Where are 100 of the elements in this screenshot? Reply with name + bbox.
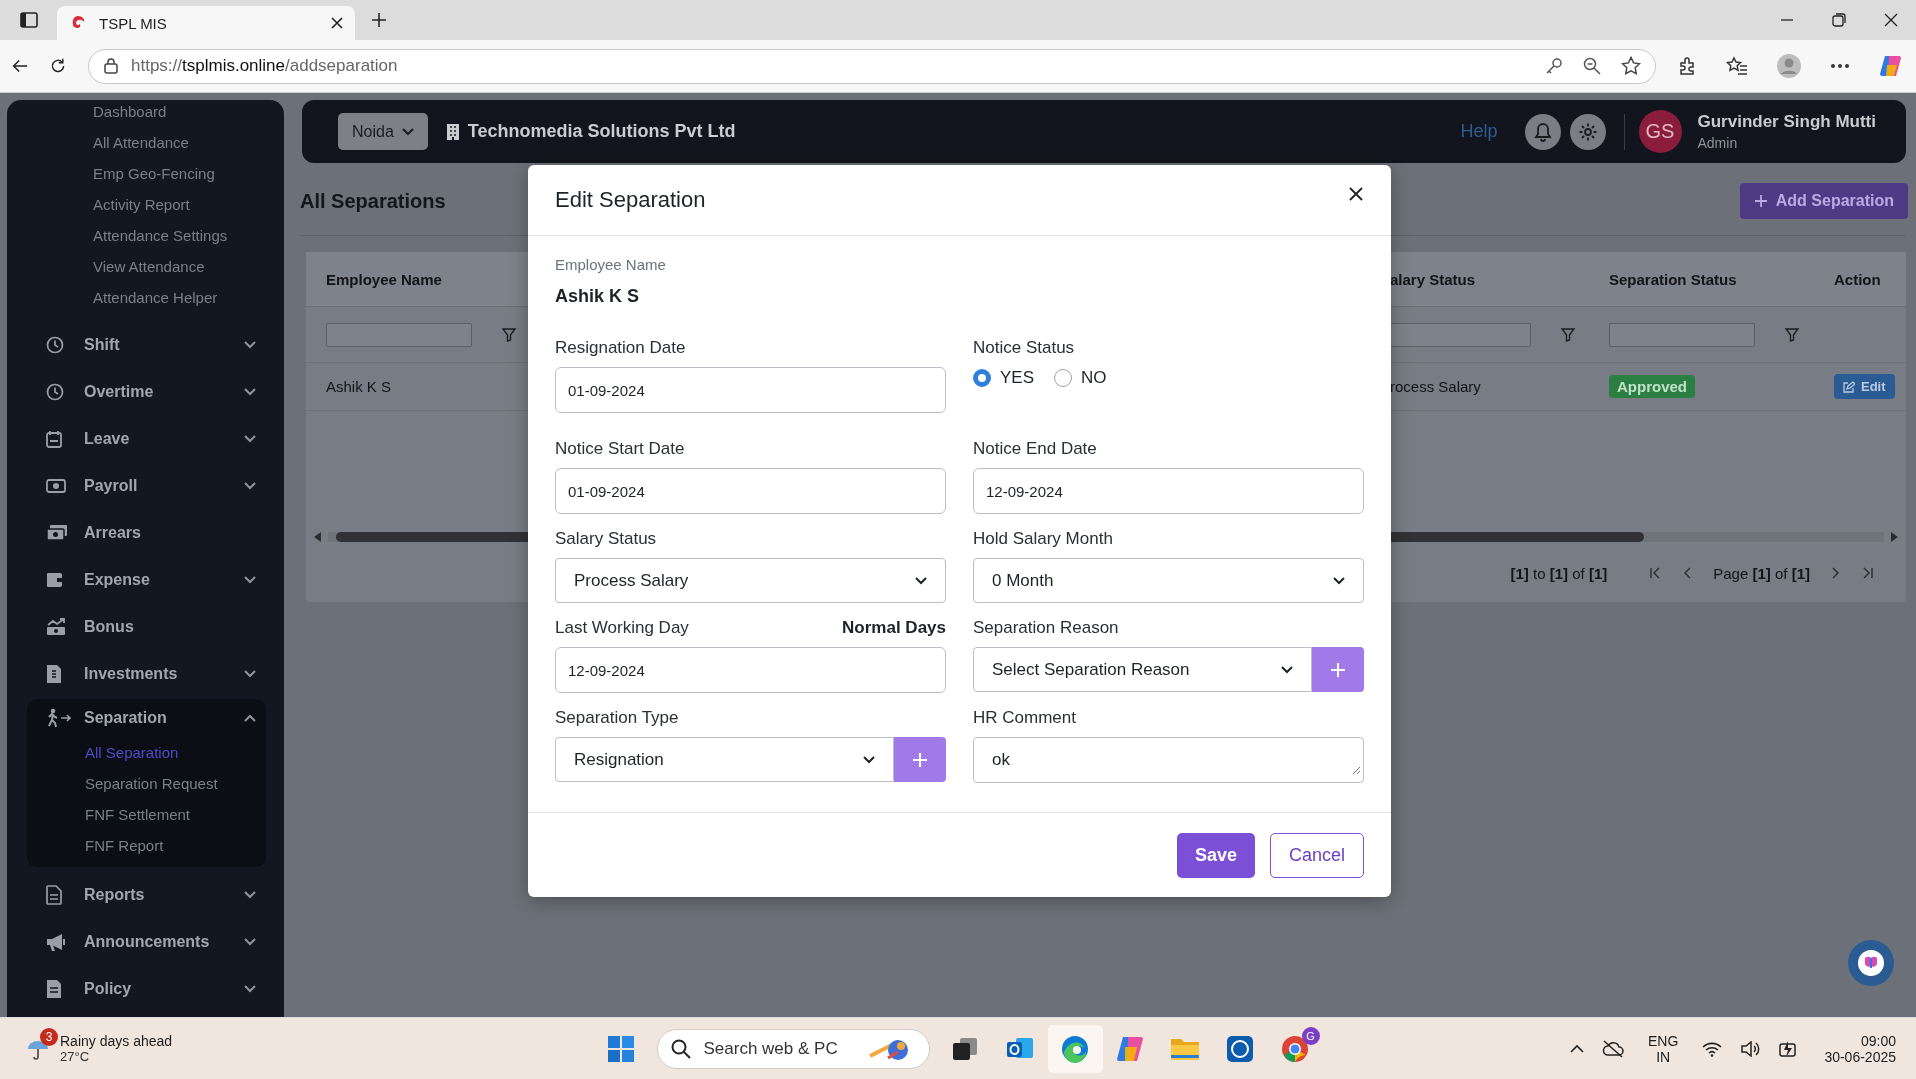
sidebar-item-label: Overtime bbox=[84, 382, 155, 401]
sidebar-subitem[interactable]: Activity Report bbox=[27, 189, 266, 220]
scroll-left-icon[interactable] bbox=[314, 532, 322, 542]
sidebar-subitem[interactable]: FNF Settlement bbox=[27, 799, 266, 830]
dropdown[interactable]: 0 Month bbox=[973, 558, 1364, 603]
region-indicator[interactable]: IN bbox=[1656, 1048, 1671, 1065]
sidebar-subitem[interactable]: Dashboard bbox=[27, 100, 266, 127]
dropdown[interactable]: Select Separation Reason bbox=[973, 647, 1312, 692]
clock-date[interactable]: 30-06-2025 bbox=[1824, 1048, 1896, 1065]
favorites-icon[interactable] bbox=[1726, 56, 1748, 76]
battery-charging-icon[interactable] bbox=[1778, 1039, 1799, 1058]
sidebar-item[interactable]: Leave bbox=[27, 415, 266, 462]
sidebar-item[interactable]: Announcements bbox=[27, 918, 266, 965]
restore-icon[interactable] bbox=[1832, 13, 1846, 27]
browser-app-icon[interactable] bbox=[1060, 1033, 1090, 1064]
chat-button[interactable] bbox=[1848, 940, 1894, 986]
browser-tab[interactable]: TSPL MIS bbox=[57, 6, 355, 40]
add-separation-button[interactable]: Add Separation bbox=[1739, 183, 1908, 219]
radio-button[interactable] bbox=[973, 369, 991, 387]
task-view-icon[interactable] bbox=[952, 1036, 978, 1061]
volume-icon[interactable] bbox=[1740, 1040, 1761, 1057]
more-icon[interactable] bbox=[1830, 63, 1850, 69]
sidebar-toggle-icon[interactable] bbox=[19, 12, 38, 28]
sidebar-item[interactable]: Payroll bbox=[27, 462, 266, 509]
add-button[interactable] bbox=[894, 737, 946, 782]
sidebar-item[interactable]: Bonus bbox=[27, 603, 266, 650]
date-field[interactable]: 12-09-2024 bbox=[555, 647, 946, 693]
user-avatar[interactable]: GS bbox=[1638, 110, 1682, 153]
search-icon bbox=[670, 1038, 691, 1059]
language-indicator[interactable]: ENG bbox=[1648, 1032, 1679, 1049]
chevron-up-icon[interactable] bbox=[1570, 1044, 1585, 1053]
cloud-off-icon[interactable] bbox=[1602, 1039, 1625, 1058]
profile-badge: G bbox=[1301, 1026, 1320, 1045]
sidebar-item[interactable]: Shift bbox=[27, 321, 266, 368]
filter-icon[interactable] bbox=[1561, 327, 1575, 342]
save-button[interactable]: Save bbox=[1176, 832, 1255, 878]
back-icon[interactable] bbox=[12, 57, 28, 75]
date-field[interactable]: 12-09-2024 bbox=[973, 468, 1364, 514]
sidebar-subitem[interactable]: Separation Request bbox=[27, 768, 266, 799]
sidebar-item[interactable]: Policy bbox=[27, 965, 266, 1012]
profile-icon[interactable] bbox=[1776, 53, 1802, 79]
field-label: Notice Status bbox=[973, 337, 1075, 359]
sidebar-item[interactable]: Separation bbox=[27, 699, 266, 737]
sidebar-item[interactable]: Expense bbox=[27, 556, 266, 603]
zoom-out-icon[interactable] bbox=[1583, 57, 1601, 75]
previous-page-icon[interactable] bbox=[1683, 567, 1692, 579]
sidebar-item[interactable]: Arrears bbox=[27, 509, 266, 556]
radio-button[interactable] bbox=[1054, 369, 1073, 387]
dropdown[interactable]: Process Salary bbox=[555, 558, 946, 603]
sidebar-subitem[interactable]: Attendance Settings bbox=[27, 220, 266, 251]
filter-icon[interactable] bbox=[1785, 327, 1799, 342]
calendar-icon bbox=[46, 429, 62, 448]
scroll-right-icon[interactable] bbox=[1890, 532, 1898, 542]
sidebar-subitem[interactable]: All Attendance bbox=[27, 127, 266, 158]
sidebar-item[interactable]: Reports bbox=[27, 871, 266, 918]
radio-label: YES bbox=[1000, 368, 1035, 388]
sidebar-item-label: Arrears bbox=[84, 523, 142, 542]
location-dropdown[interactable]: Noida bbox=[338, 113, 428, 150]
cancel-button[interactable]: Cancel bbox=[1269, 832, 1364, 878]
copilot-icon[interactable] bbox=[1878, 53, 1904, 79]
star-icon[interactable] bbox=[1621, 56, 1641, 76]
dropdown[interactable]: Resignation bbox=[555, 737, 894, 782]
first-page-icon[interactable] bbox=[1649, 567, 1662, 579]
start-icon[interactable] bbox=[607, 1034, 635, 1063]
new-tab-icon[interactable] bbox=[371, 12, 387, 28]
sidebar-subitem[interactable]: View Attendance bbox=[27, 251, 266, 282]
notifications-button[interactable] bbox=[1524, 113, 1561, 150]
filter-field[interactable] bbox=[326, 322, 472, 347]
close-icon[interactable] bbox=[331, 17, 343, 29]
next-page-icon[interactable] bbox=[1832, 567, 1840, 579]
date-field[interactable]: 01-09-2024 bbox=[555, 367, 946, 413]
last-page-icon[interactable] bbox=[1862, 567, 1874, 579]
edit-button[interactable]: Edit bbox=[1834, 374, 1895, 399]
field-label: Salary Status bbox=[555, 528, 657, 550]
comment-field[interactable]: ok bbox=[973, 737, 1364, 783]
sidebar-subitem[interactable]: Emp Geo-Fencing bbox=[27, 158, 266, 189]
ring-app-icon[interactable] bbox=[1226, 1034, 1254, 1063]
user-name: Gurvinder Singh Mutti bbox=[1697, 112, 1876, 132]
wifi-icon[interactable] bbox=[1702, 1040, 1723, 1057]
filter-field[interactable] bbox=[1390, 322, 1531, 347]
sidebar-subitem[interactable]: FNF Report bbox=[27, 830, 266, 861]
caret-icon bbox=[1333, 576, 1345, 585]
close-icon[interactable] bbox=[1884, 13, 1898, 27]
site-info-icon[interactable] bbox=[103, 58, 119, 74]
search-field[interactable]: Search web & PC bbox=[656, 1028, 930, 1069]
sidebar-item[interactable]: Overtime bbox=[27, 368, 266, 415]
key-icon[interactable] bbox=[1545, 57, 1563, 75]
sidebar-item[interactable]: Investments bbox=[27, 650, 266, 697]
date-field[interactable]: 01-09-2024 bbox=[555, 468, 946, 514]
sidebar-subitem[interactable]: Attendance Helper bbox=[27, 282, 266, 313]
close-button[interactable] bbox=[1348, 186, 1364, 202]
field-label: Notice Start Date bbox=[555, 438, 685, 460]
address-bar[interactable]: https://tsplmis.online/addseparation bbox=[88, 48, 1656, 84]
column-header: Separation Status bbox=[1608, 270, 1738, 288]
assistant-app-icon[interactable] bbox=[1115, 1034, 1145, 1063]
clock-time[interactable]: 09:00 bbox=[1860, 1032, 1896, 1049]
filter-icon[interactable] bbox=[502, 327, 516, 342]
settings-button[interactable] bbox=[1569, 113, 1606, 150]
filter-field[interactable] bbox=[1609, 322, 1755, 347]
add-button[interactable] bbox=[1312, 647, 1364, 692]
